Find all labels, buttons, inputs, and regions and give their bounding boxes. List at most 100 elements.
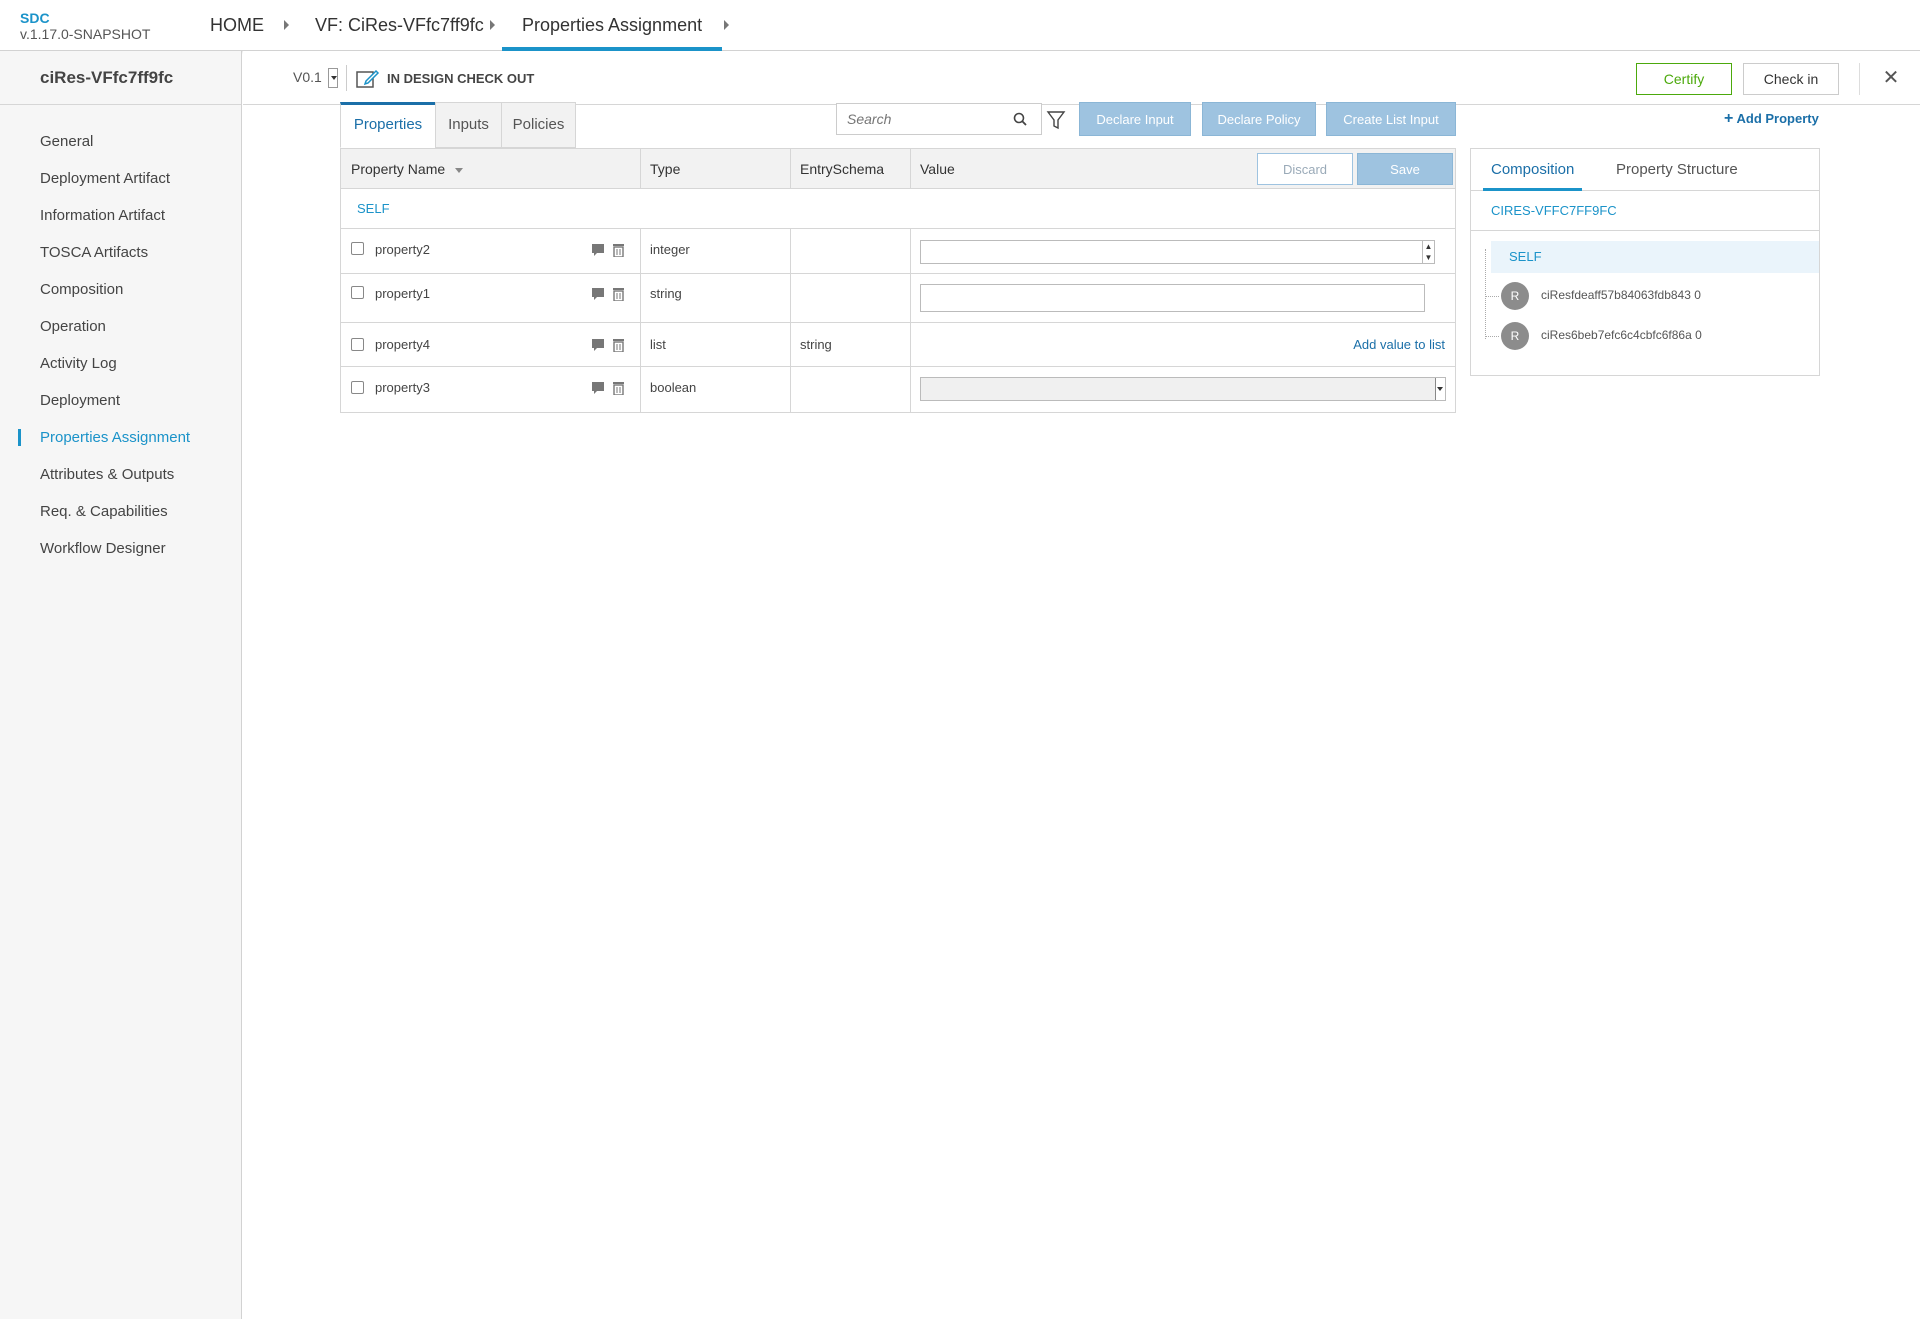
check-in-button[interactable]: Check in [1743,63,1839,95]
sidebar-item-activity-log[interactable]: Activity Log [0,345,241,382]
column-header-type: Type [650,161,681,177]
property-name: property2 [375,242,430,257]
panel-component-title: CIRES-VFFC7FF9FC [1471,191,1819,231]
trash-icon[interactable] [612,243,625,257]
sidebar-item-operation[interactable]: Operation [0,308,241,345]
version-label: V0.1 [293,69,322,85]
panel-tabs: Composition Property Structure [1471,149,1819,191]
column-header-label: Property Name [351,161,446,177]
comment-icon[interactable] [591,338,605,352]
sidebar-item-general[interactable]: General [0,123,241,160]
lifecycle-status: IN DESIGN CHECK OUT [387,71,535,86]
row-checkbox[interactable] [351,338,364,351]
left-sidebar: ciRes-VFfc7ff9fc General Deployment Arti… [0,51,242,1319]
sidebar-title: ciRes-VFfc7ff9fc [0,51,241,105]
chevron-right-icon [490,20,495,30]
sidebar-menu: General Deployment Artifact Information … [0,105,241,567]
add-property-link[interactable]: + Add Property [1724,110,1819,128]
row-checkbox[interactable] [351,381,364,394]
checkout-edit-icon [356,69,380,88]
close-icon[interactable]: ✕ [1876,63,1906,93]
value-text-input[interactable] [920,284,1425,312]
property-name: property3 [375,380,430,395]
composition-panel: Composition Property Structure CIRES-VFF… [1470,148,1820,376]
tree-connector [1485,336,1499,337]
table-header: Property Name Type EntrySchema Value Dis… [341,149,1455,189]
sidebar-item-information-artifact[interactable]: Information Artifact [0,197,241,234]
column-header-property-name[interactable]: Property Name [341,149,464,189]
declare-policy-button[interactable]: Declare Policy [1202,102,1316,136]
sidebar-item-deployment[interactable]: Deployment [0,382,241,419]
declare-input-button[interactable]: Declare Input [1079,102,1191,136]
resource-badge: R [1501,282,1529,310]
top-header: SDC v.1.17.0-SNAPSHOT HOME VF: CiRes-VFf… [0,0,1920,51]
app-name: SDC [20,10,50,26]
properties-table: Property Name Type EntrySchema Value Dis… [340,148,1456,413]
resource-badge: R [1501,322,1529,350]
property-type: string [650,286,682,301]
tab-property-structure[interactable]: Property Structure [1616,149,1738,191]
tab-composition[interactable]: Composition [1483,149,1583,191]
app-logo[interactable]: SDC v.1.17.0-SNAPSHOT [20,10,150,42]
instance-label: ciResfdeaff57b84063fdb843 0 [1541,288,1701,302]
version-dropdown[interactable] [328,68,338,88]
search-input[interactable] [837,104,997,134]
column-header-value: Value [920,161,955,177]
tree-connector [1485,296,1499,297]
trash-icon[interactable] [612,287,625,301]
save-button[interactable]: Save [1357,153,1453,185]
sidebar-item-workflow-designer[interactable]: Workflow Designer [0,530,241,567]
trash-icon[interactable] [612,338,625,352]
table-row: property3 boolean [341,367,1455,412]
chevron-right-icon [284,20,289,30]
sidebar-item-tosca-artifacts[interactable]: TOSCA Artifacts [0,234,241,271]
sidebar-item-deployment-artifact[interactable]: Deployment Artifact [0,160,241,197]
row-checkbox[interactable] [351,286,364,299]
self-row-background: SELF [341,189,1455,229]
discard-button[interactable]: Discard [1257,153,1353,185]
self-group-label[interactable]: SELF [357,189,390,229]
search-box [836,103,1042,135]
comment-icon[interactable] [591,287,605,301]
instance-label: ciRes6beb7efc6c4cbfc6f86a 0 [1541,328,1702,342]
tree-connector [1485,249,1486,339]
breadcrumb-home[interactable]: HOME [210,0,264,51]
tab-policies[interactable]: Policies [501,102,576,148]
comment-icon[interactable] [591,381,605,395]
app-version: v.1.17.0-SNAPSHOT [20,26,151,42]
sidebar-item-properties-assignment[interactable]: Properties Assignment [0,419,241,456]
number-spinner[interactable]: ▲ ▼ [1422,241,1434,263]
sidebar-item-req-capabilities[interactable]: Req. & Capabilities [0,493,241,530]
sort-caret-icon [455,167,464,173]
breadcrumb-vf[interactable]: VF: CiRes-VFfc7ff9fc [315,0,484,51]
sidebar-item-attributes-outputs[interactable]: Attributes & Outputs [0,456,241,493]
table-row: property1 string [341,274,1455,323]
add-value-to-list-link[interactable]: Add value to list [1353,337,1445,352]
chevron-right-icon [724,20,729,30]
search-icon[interactable] [1013,112,1027,126]
property-type: boolean [650,380,697,395]
property-type: list [650,337,666,352]
tab-inputs[interactable]: Inputs [435,102,502,148]
comment-icon[interactable] [591,243,605,257]
value-boolean-select[interactable] [920,377,1446,401]
filter-icon[interactable] [1046,110,1066,130]
tree-item-self[interactable]: SELF [1491,241,1819,273]
add-property-label: Add Property [1736,111,1819,126]
workspace-toolbar: V0.1 IN DESIGN CHECK OUT Certify Check i… [243,51,1920,105]
certify-button[interactable]: Certify [1636,63,1732,95]
sidebar-item-composition[interactable]: Composition [0,271,241,308]
chevron-down-icon [1435,378,1445,400]
property-name: property4 [375,337,430,352]
create-list-input-button[interactable]: Create List Input [1326,102,1456,136]
trash-icon[interactable] [612,381,625,395]
divider [346,65,347,91]
property-type: integer [650,242,690,257]
value-number-input[interactable]: ▲ ▼ [920,240,1435,264]
breadcrumb-properties-assignment[interactable]: Properties Assignment [502,0,723,51]
property-name: property1 [375,286,430,301]
row-checkbox[interactable] [351,242,364,255]
property-entryschema: string [800,337,832,352]
tab-properties[interactable]: Properties [340,102,436,148]
table-row: property2 integer ▲ ▼ [341,230,1455,274]
